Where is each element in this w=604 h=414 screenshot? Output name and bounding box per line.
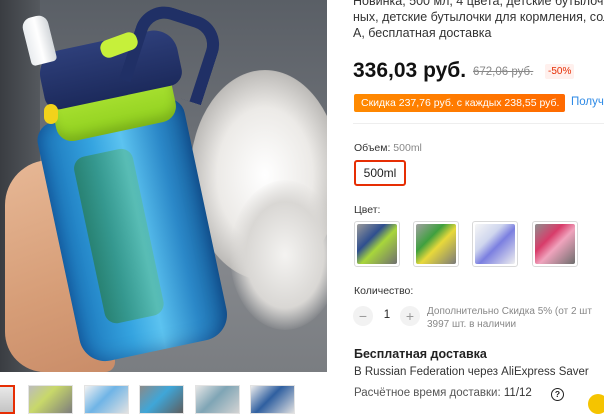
shipping-method: В Russian Federation через AliExpress Sa… [354, 366, 589, 378]
thumbnail-2[interactable] [28, 385, 73, 414]
color-swatch-image [416, 224, 456, 264]
color-swatch-image [475, 224, 515, 264]
color-swatch-image [535, 224, 575, 264]
quantity-label: Количество: [354, 285, 414, 297]
color-option-1[interactable] [354, 221, 400, 267]
floating-action-icon[interactable] [588, 394, 604, 414]
color-swatch-image [357, 224, 397, 264]
help-icon[interactable]: ? [551, 388, 564, 401]
straw-inside [71, 146, 166, 326]
bottle-lock [44, 104, 58, 124]
quantity-info: Дополнительно Скидка 5% (от 2 шт 3997 шт.… [427, 306, 592, 330]
promo-banner: Скидка 237,76 руб. с каждых 238,55 руб. [354, 94, 565, 112]
volume-label: Объем: 500ml [354, 142, 422, 154]
color-option-2[interactable] [413, 221, 459, 267]
quantity-value[interactable]: 1 [378, 309, 396, 321]
color-label: Цвет: [354, 204, 381, 216]
current-price: 336,03 руб. [353, 59, 467, 82]
delivery-estimate: Расчётное время доставки: 11/12 [354, 387, 532, 399]
thumbnail-3[interactable] [84, 385, 129, 414]
product-title: Новинка, 500 мл, 4 цвета, детские бутыло… [353, 0, 604, 40]
thumbnail-1[interactable] [0, 385, 15, 414]
volume-option-500ml[interactable]: 500ml [354, 160, 406, 186]
old-price: 672,06 руб. [473, 66, 534, 78]
quantity-increase-button[interactable]: + [400, 306, 420, 326]
color-option-4[interactable] [532, 221, 578, 267]
discount-badge: -50% [545, 64, 575, 79]
get-coupon-link[interactable]: Получить [571, 96, 604, 108]
thumbnail-strip [0, 385, 327, 414]
color-option-3[interactable] [472, 221, 518, 267]
main-product-photo[interactable] [0, 0, 327, 372]
background-feather-2 [230, 180, 327, 330]
thumbnail-4[interactable] [139, 385, 184, 414]
thumbnail-6[interactable] [250, 385, 295, 414]
divider [353, 123, 604, 124]
shipping-title: Бесплатная доставка [354, 347, 487, 361]
quantity-decrease-button[interactable]: − [353, 306, 373, 326]
thumbnail-5[interactable] [195, 385, 240, 414]
